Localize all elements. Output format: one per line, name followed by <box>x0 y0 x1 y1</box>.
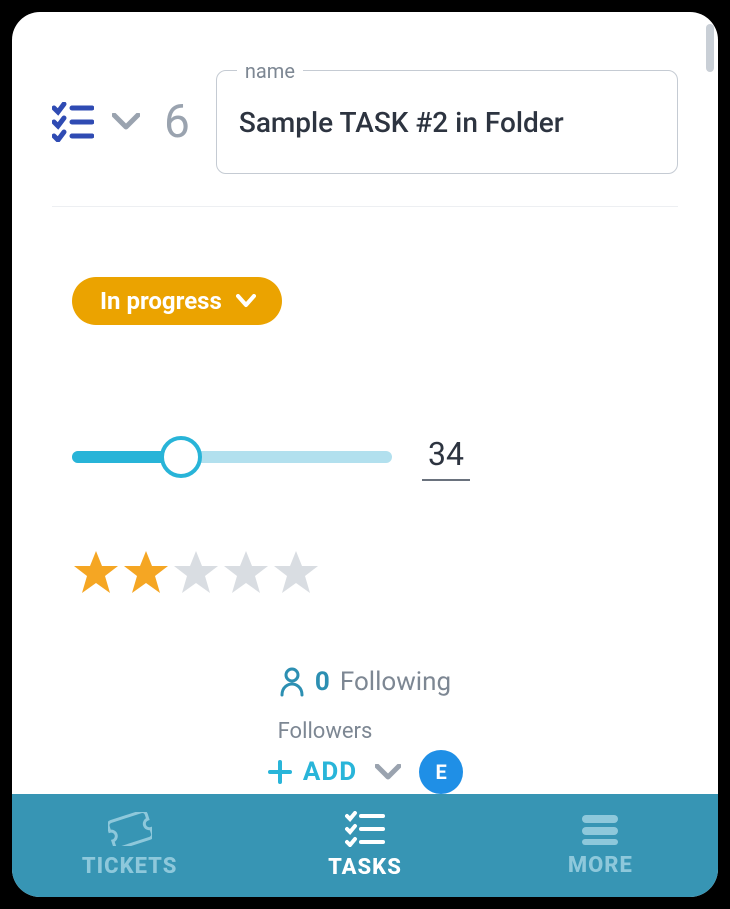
app-frame: 6 name Sample TASK #2 in Folder In progr… <box>12 12 718 897</box>
follower-avatar[interactable]: E <box>419 750 463 794</box>
tab-tasks[interactable]: TASKS <box>247 794 482 897</box>
task-header: 6 name Sample TASK #2 in Folder <box>12 12 718 206</box>
plus-icon <box>267 759 293 785</box>
tab-more[interactable]: MORE <box>483 794 718 897</box>
bottom-tabbar: TICKETS TASKS <box>12 794 718 897</box>
progress-row: 34 <box>72 435 658 479</box>
task-name-value: Sample TASK #2 in Folder <box>239 106 564 139</box>
ticket-icon <box>108 812 152 846</box>
followers-dropdown[interactable] <box>375 764 401 780</box>
tab-tickets-label: TICKETS <box>82 854 178 879</box>
star-3[interactable] <box>172 549 220 597</box>
tab-more-label: MORE <box>568 853 633 878</box>
star-4[interactable] <box>222 549 270 597</box>
following-count: 0 <box>315 667 330 697</box>
star-1[interactable] <box>72 549 120 597</box>
progress-slider-thumb[interactable] <box>160 436 202 478</box>
chevron-down-icon <box>236 294 256 308</box>
task-name-label: name <box>237 59 303 83</box>
rating-stars[interactable] <box>72 549 658 597</box>
task-type-dropdown[interactable] <box>112 113 140 131</box>
progress-value: 34 <box>422 435 470 479</box>
following-label: Following <box>340 667 451 697</box>
task-list-icon[interactable] <box>52 102 94 142</box>
tab-tasks-label: TASKS <box>328 855 402 880</box>
progress-value-field[interactable]: 34 <box>422 435 470 479</box>
followers-section-label: Followers <box>278 719 373 744</box>
add-follower-button[interactable]: ADD <box>267 757 357 787</box>
tasks-icon <box>345 811 385 847</box>
following-line[interactable]: 0 Following <box>279 667 451 697</box>
status-label: In progress <box>100 287 222 315</box>
followers-row: ADD E <box>267 750 463 794</box>
more-icon <box>580 813 620 845</box>
tab-tickets[interactable]: TICKETS <box>12 794 247 897</box>
progress-slider[interactable] <box>72 451 392 463</box>
scrollbar-thumb[interactable] <box>706 24 714 72</box>
task-id: 6 <box>164 95 190 149</box>
star-5[interactable] <box>272 549 320 597</box>
add-follower-label: ADD <box>303 757 357 787</box>
status-dropdown[interactable]: In progress <box>72 277 282 325</box>
avatar-initial: E <box>436 760 447 784</box>
task-name-field[interactable]: name Sample TASK #2 in Folder <box>216 70 678 174</box>
task-content: In progress 34 <box>12 207 718 794</box>
progress-value-underline <box>422 479 470 481</box>
star-2[interactable] <box>122 549 170 597</box>
following-section: 0 Following Followers ADD <box>72 667 658 794</box>
person-icon <box>279 667 305 697</box>
